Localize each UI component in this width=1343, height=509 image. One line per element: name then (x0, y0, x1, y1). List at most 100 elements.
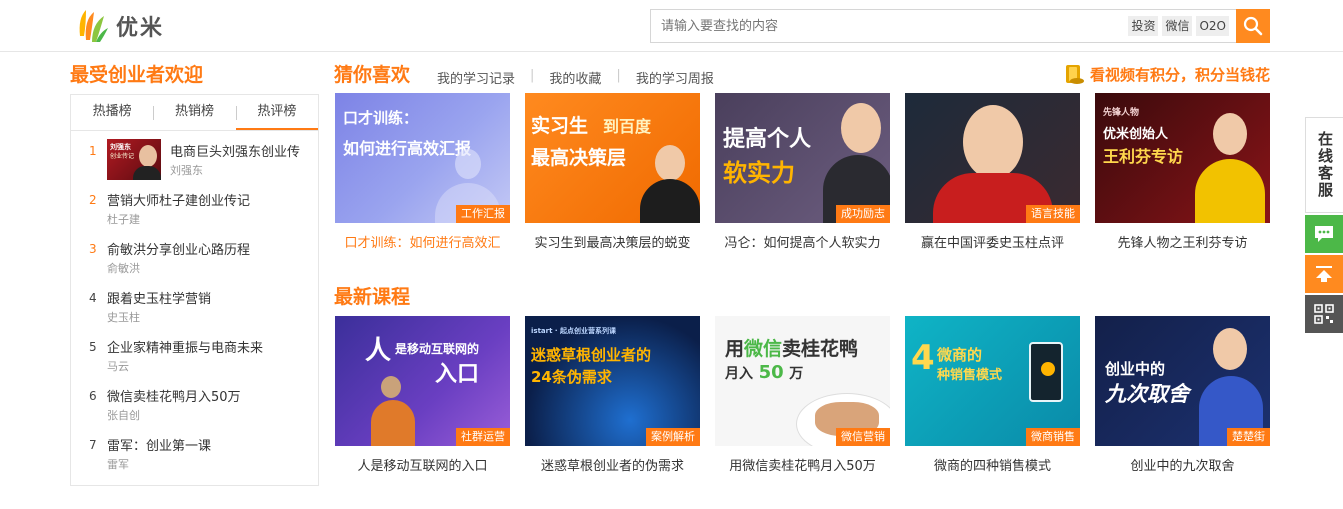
course-cover[interactable]: istart · 起点创业营系列课 迷惑草根创业者的 24条伪需求 案例解析 (525, 316, 700, 446)
online-service-button[interactable]: 在线客服 (1305, 117, 1343, 213)
list-item[interactable]: 5 企业家精神重振与电商未来 马云 (89, 335, 318, 384)
rank-title[interactable]: 雷军：创业第一课 (107, 435, 211, 454)
back-to-top-button[interactable] (1305, 255, 1343, 293)
course-title[interactable]: 创业中的九次取舍 (1095, 455, 1270, 474)
chat-bubble-icon (1315, 226, 1333, 242)
course-cover[interactable]: 先锋人物 优米创始人 王利芬专访 (1095, 93, 1270, 223)
cover-text: 入口 (435, 362, 480, 387)
link-weekly-report[interactable]: 我的学习周报 (636, 68, 714, 87)
search-tag[interactable]: 投资 (1128, 16, 1159, 36)
rank-author: 马云 (107, 360, 129, 373)
list-item[interactable]: 7 雷军：创业第一课 雷军 (89, 433, 318, 482)
search-box: 投资 微信 O2O (650, 9, 1270, 43)
course-cover[interactable]: 4 微商的 种销售模式 微商销售 (905, 316, 1080, 446)
list-item[interactable]: 1 刘强东 创业传记 电商巨头刘强东创业传 刘强东 (89, 139, 318, 188)
rank-author: 史玉柱 (107, 311, 140, 324)
cover-text: 24条伪需求 (531, 368, 612, 386)
course-card[interactable]: 口才训练： 如何进行高效汇报 工作汇报 口才训练：如何进行高效汇 (335, 93, 510, 251)
cover-text: 王利芬专访 (1103, 147, 1184, 166)
cover-text: 提高个人 (723, 127, 812, 152)
rank-title[interactable]: 微信卖桂花鸭月入50万 (107, 386, 241, 405)
course-title[interactable]: 先锋人物之王利芬专访 (1095, 232, 1270, 251)
gold-coin-icon (1065, 65, 1084, 84)
course-cover[interactable]: 创业中的 九次取舍 楚楚街 (1095, 316, 1270, 446)
course-title[interactable]: 用微信卖桂花鸭月入50万 (715, 455, 890, 474)
cover-headline: 用微信卖桂花鸭 (725, 334, 858, 361)
rank-author: 俞敏洪 (107, 262, 140, 275)
course-title[interactable]: 赢在中国评委史玉柱点评 (905, 232, 1080, 251)
portrait-body (1195, 159, 1265, 223)
course-thumbnail[interactable]: 刘强东 创业传记 (107, 139, 161, 180)
cover-text: istart · 起点创业营系列课 (531, 327, 616, 335)
course-card[interactable]: 用微信卖桂花鸭 月入 50 万 微信营销 用微信卖桂花鸭月入50万 (715, 316, 890, 474)
course-title[interactable]: 迷惑草根创业者的伪需求 (525, 455, 700, 474)
course-card[interactable]: 实习生 到百度 最高决策层 实习生到最高决策层的蜕变 (525, 93, 700, 251)
rank-title[interactable]: 营销大师杜子建创业传记 (107, 190, 250, 209)
guess-title: 猜你喜欢 (334, 64, 411, 86)
portrait-face (963, 105, 1023, 179)
qr-code-button[interactable] (1305, 295, 1343, 333)
category-badge: 工作汇报 (456, 205, 510, 223)
list-item[interactable]: 3 俞敏洪分享创业心路历程 俞敏洪 (89, 237, 318, 286)
rank-number: 3 (89, 242, 97, 256)
course-card[interactable]: istart · 起点创业营系列课 迷惑草根创业者的 24条伪需求 案例解析 迷… (525, 316, 700, 474)
list-item[interactable]: 2 营销大师杜子建创业传记 杜子建 (89, 188, 318, 237)
course-title[interactable]: 实习生到最高决策层的蜕变 (525, 232, 700, 251)
cover-text: 先锋人物 (1103, 108, 1140, 118)
tab-hot-review[interactable]: 热评榜 (235, 95, 318, 130)
portrait-face (1213, 328, 1247, 370)
arrow-up-icon (1316, 266, 1332, 282)
cover-text: 月入 (725, 366, 753, 382)
rank-title[interactable]: 企业家精神重振与电商未来 (107, 337, 263, 356)
course-title[interactable]: 微商的四种销售模式 (905, 455, 1080, 474)
course-title[interactable]: 口才训练：如何进行高效汇 (335, 232, 510, 251)
course-cover[interactable]: 用微信卖桂花鸭 月入 50 万 微信营销 (715, 316, 890, 446)
rank-title[interactable]: 电商巨头刘强东创业传 (170, 141, 300, 160)
ranking-tabs: 热播榜 热销榜 热评榜 (71, 95, 318, 131)
course-title[interactable]: 人是移动互联网的入口 (335, 455, 510, 474)
course-cover[interactable]: 提高个人 软实力 成功励志 (715, 93, 890, 223)
course-card[interactable]: 语言技能 赢在中国评委史玉柱点评 (905, 93, 1080, 251)
cover-text: 微信 (744, 338, 783, 360)
user-links: 我的学习记录 | 我的收藏 | 我的学习周报 (437, 68, 714, 87)
category-badge: 语言技能 (1026, 205, 1080, 223)
rank-title[interactable]: 俞敏洪分享创业心路历程 (107, 239, 250, 258)
course-card[interactable]: 先锋人物 优米创始人 王利芬专访 先锋人物之王利芬专访 (1095, 93, 1270, 251)
search-tag[interactable]: O2O (1196, 16, 1229, 36)
list-item[interactable]: 6 微信卖桂花鸭月入50万 张自创 (89, 384, 318, 433)
cover-subline: 月入 50 万 (725, 362, 803, 383)
search-button[interactable] (1236, 9, 1270, 43)
link-favorites[interactable]: 我的收藏 (549, 68, 601, 87)
list-item[interactable]: 4 跟着史玉柱学营销 史玉柱 (89, 286, 318, 335)
link-study-record[interactable]: 我的学习记录 (437, 68, 515, 87)
tab-hot-play[interactable]: 热播榜 (71, 95, 153, 130)
rank-number: 7 (89, 438, 97, 452)
search-tag[interactable]: 微信 (1162, 16, 1193, 36)
cover-text: 是移动互联网的 (395, 342, 480, 356)
ranking-panel: 热播榜 热销榜 热评榜 1 刘强东 创业传记 电商巨头刘强东创业传 刘强东 2 … (70, 94, 319, 486)
rank-number: 2 (89, 193, 97, 207)
search-icon (1243, 16, 1263, 36)
course-cover[interactable]: 口才训练： 如何进行高效汇报 工作汇报 (335, 93, 510, 223)
cover-text: 优米创始人 (1103, 127, 1169, 142)
cover-text: 人 (365, 336, 392, 366)
course-card[interactable]: 人 是移动互联网的 入口 社群运营 人是移动互联网的入口 (335, 316, 510, 474)
rank-author: 杜子建 (107, 213, 140, 226)
course-card[interactable]: 创业中的 九次取舍 楚楚街 创业中的九次取舍 (1095, 316, 1270, 474)
course-card[interactable]: 提高个人 软实力 成功励志 冯仑：如何提高个人软实力 (715, 93, 890, 251)
cover-text: 50 (758, 362, 784, 383)
rank-number: 1 (89, 144, 97, 158)
course-title[interactable]: 冯仑：如何提高个人软实力 (715, 232, 890, 251)
site-logo[interactable]: 优米 (72, 6, 164, 46)
search-input[interactable] (651, 10, 1111, 42)
course-cover[interactable]: 语言技能 (905, 93, 1080, 223)
course-cover[interactable]: 实习生 到百度 最高决策层 (525, 93, 700, 223)
points-promo[interactable]: 看视频有积分，积分当钱花 (1062, 62, 1270, 86)
tab-hot-sale[interactable]: 热销榜 (153, 95, 235, 130)
qr-code-icon (1314, 304, 1334, 324)
coin-illustration (1041, 362, 1055, 376)
course-cover[interactable]: 人 是移动互联网的 入口 社群运营 (335, 316, 510, 446)
rank-title[interactable]: 跟着史玉柱学营销 (107, 288, 211, 307)
course-card[interactable]: 4 微商的 种销售模式 微商销售 微商的四种销售模式 (905, 316, 1080, 474)
chat-button[interactable] (1305, 215, 1343, 253)
